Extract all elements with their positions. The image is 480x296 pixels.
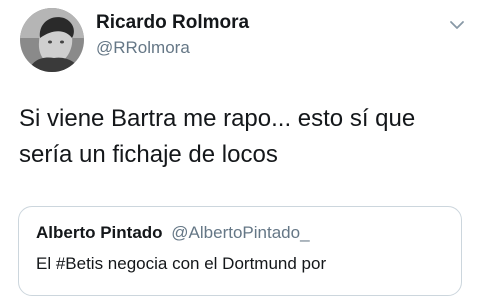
tweet: Ricardo Rolmora @RRolmora Si viene Bartr… <box>0 0 480 296</box>
quoted-author-handle: @AlbertoPintado_ <box>171 223 310 242</box>
quoted-tweet-header: Alberto Pintado @AlbertoPintado_ <box>36 223 310 243</box>
user-avatar-photo-icon <box>20 8 84 72</box>
tweet-text: Si viene Bartra me rapo... esto sí que s… <box>19 105 416 168</box>
chevron-down-icon[interactable] <box>446 14 468 36</box>
quoted-author-name: Alberto Pintado <box>36 223 163 242</box>
quoted-tweet-text: El #Betis negocia con el Dortmund por <box>36 254 327 273</box>
author-avatar[interactable] <box>20 8 84 72</box>
quoted-tweet-card[interactable]: Alberto Pintado @AlbertoPintado_ El #Bet… <box>18 206 462 296</box>
author-handle[interactable]: @RRolmora <box>96 38 190 58</box>
author-name[interactable]: Ricardo Rolmora <box>96 12 249 34</box>
